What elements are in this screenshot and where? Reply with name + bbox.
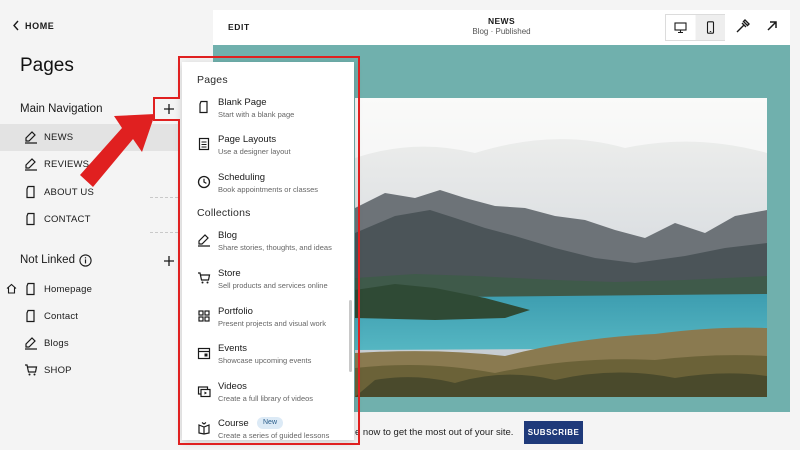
menu-item-description: Book appointments or classes	[218, 185, 319, 194]
promo-text: e now to get the most out of your site.	[355, 427, 514, 438]
menu-item-title: Page Layouts	[218, 134, 277, 145]
open-external-button[interactable]	[764, 18, 780, 34]
menu-item-title: Course	[218, 418, 249, 429]
sidebar-item-reviews[interactable]: REVIEWS	[0, 151, 180, 178]
mobile-view-button[interactable]	[696, 15, 725, 40]
menu-item-blog[interactable]: Blog Share stories, thoughts, and ideas	[182, 229, 354, 261]
sidebar-item-label: SHOP	[44, 365, 72, 376]
info-icon[interactable]	[79, 254, 92, 267]
new-badge: New	[257, 417, 284, 429]
not-linked-title: Not Linked	[20, 254, 75, 266]
left-panel: HOME Pages Main Navigation NEWS REVIEWS …	[0, 0, 205, 450]
menu-item-title: Blank Page	[218, 97, 267, 108]
menu-item-title: Scheduling	[218, 172, 266, 183]
grid-icon	[197, 309, 211, 323]
menu-item-blank-page[interactable]: Blank Page Start with a blank page	[182, 96, 354, 128]
menu-item-store[interactable]: Store Sell products and services online	[182, 267, 354, 299]
menu-item-portfolio[interactable]: Portfolio Present projects and visual wo…	[182, 305, 354, 337]
menu-item-description: Showcase upcoming events	[218, 356, 312, 365]
menu-section-pages: Pages	[197, 74, 228, 86]
blog-icon	[24, 130, 38, 144]
preview-topbar: EDIT NEWS Blog · Published	[213, 10, 790, 45]
menu-item-title: Blog	[218, 230, 238, 241]
sidebar-item-label: NEWS	[44, 132, 74, 143]
sidebar-item-label: Blogs	[44, 338, 69, 349]
menu-item-scheduling[interactable]: Scheduling Book appointments or classes	[182, 171, 354, 203]
menu-item-title: Videos	[218, 381, 247, 392]
layout-icon	[197, 137, 211, 151]
menu-item-course[interactable]: Course New Create a series of guided les…	[182, 417, 354, 449]
blog-icon	[24, 157, 38, 171]
style-brush-button[interactable]	[735, 18, 751, 34]
sidebar-item-label: CONTACT	[44, 214, 91, 225]
page-icon	[24, 212, 38, 226]
cart-icon	[197, 271, 211, 285]
menu-item-title: Events	[218, 343, 248, 354]
page-icon	[24, 309, 38, 323]
open-external-icon	[767, 21, 777, 31]
menu-item-title: Store	[218, 268, 241, 279]
menu-item-description: Create a series of guided lessons	[218, 431, 330, 440]
style-brush-icon	[736, 19, 750, 33]
divider	[150, 232, 178, 233]
menu-item-description: Start with a blank page	[218, 110, 295, 119]
page-icon	[24, 282, 38, 296]
menu-item-description: Create a full library of videos	[218, 394, 314, 403]
sidebar-item-shop[interactable]: SHOP	[0, 357, 180, 384]
sidebar-item-label: REVIEWS	[44, 159, 90, 170]
menu-scrollbar[interactable]	[349, 300, 352, 372]
menu-item-description: Present projects and visual work	[218, 319, 326, 328]
desktop-view-button[interactable]	[666, 15, 695, 40]
add-not-linked-page-button[interactable]	[162, 254, 176, 268]
sidebar-item-label: Homepage	[44, 284, 93, 295]
menu-item-events[interactable]: Events Showcase upcoming events	[182, 342, 354, 374]
sidebar-item-homepage[interactable]: Homepage	[0, 276, 180, 303]
calendar-icon	[197, 346, 211, 360]
blog-icon	[197, 233, 211, 247]
home-link[interactable]: HOME	[12, 20, 54, 31]
landscape-photo	[355, 98, 767, 397]
home-link-label: HOME	[25, 20, 55, 31]
menu-item-page-layouts[interactable]: Page Layouts Use a designer layout	[182, 133, 354, 165]
sidebar-item-contact-page[interactable]: Contact	[0, 303, 180, 330]
sidebar-item-label: ABOUT US	[44, 187, 94, 198]
sidebar-item-contact[interactable]: CONTACT	[0, 206, 180, 233]
cart-icon	[24, 363, 38, 377]
menu-section-collections: Collections	[197, 207, 251, 219]
sidebar-item-label: Contact	[44, 311, 79, 322]
sidebar-item-blogs[interactable]: Blogs	[0, 330, 180, 357]
mobile-icon	[706, 21, 715, 34]
house-icon	[6, 283, 17, 294]
menu-item-description: Use a designer layout	[218, 147, 291, 156]
page-title: Pages	[20, 55, 74, 76]
add-page-button[interactable]	[162, 102, 176, 116]
blog-icon	[24, 336, 38, 350]
device-toggle	[665, 14, 725, 41]
course-icon	[197, 421, 211, 435]
divider	[150, 197, 178, 198]
desktop-icon	[674, 22, 687, 34]
menu-item-description: Share stories, thoughts, and ideas	[218, 243, 332, 252]
add-page-menu: Pages Blank Page Start with a blank page…	[182, 62, 354, 440]
menu-item-videos[interactable]: Videos Create a full library of videos	[182, 380, 354, 412]
clock-icon	[197, 175, 211, 189]
menu-item-title: Portfolio	[218, 306, 253, 317]
sidebar-item-news[interactable]: NEWS	[0, 124, 180, 151]
chevron-left-icon	[13, 20, 19, 31]
video-icon	[197, 384, 211, 398]
menu-item-description: Sell products and services online	[218, 281, 328, 290]
main-navigation-title: Main Navigation	[20, 103, 103, 115]
sidebar-item-about-us[interactable]: ABOUT US	[0, 179, 180, 206]
page-icon	[24, 185, 38, 199]
subscribe-button[interactable]: SUBSCRIBE	[524, 421, 583, 444]
blank-page-icon	[197, 100, 211, 114]
